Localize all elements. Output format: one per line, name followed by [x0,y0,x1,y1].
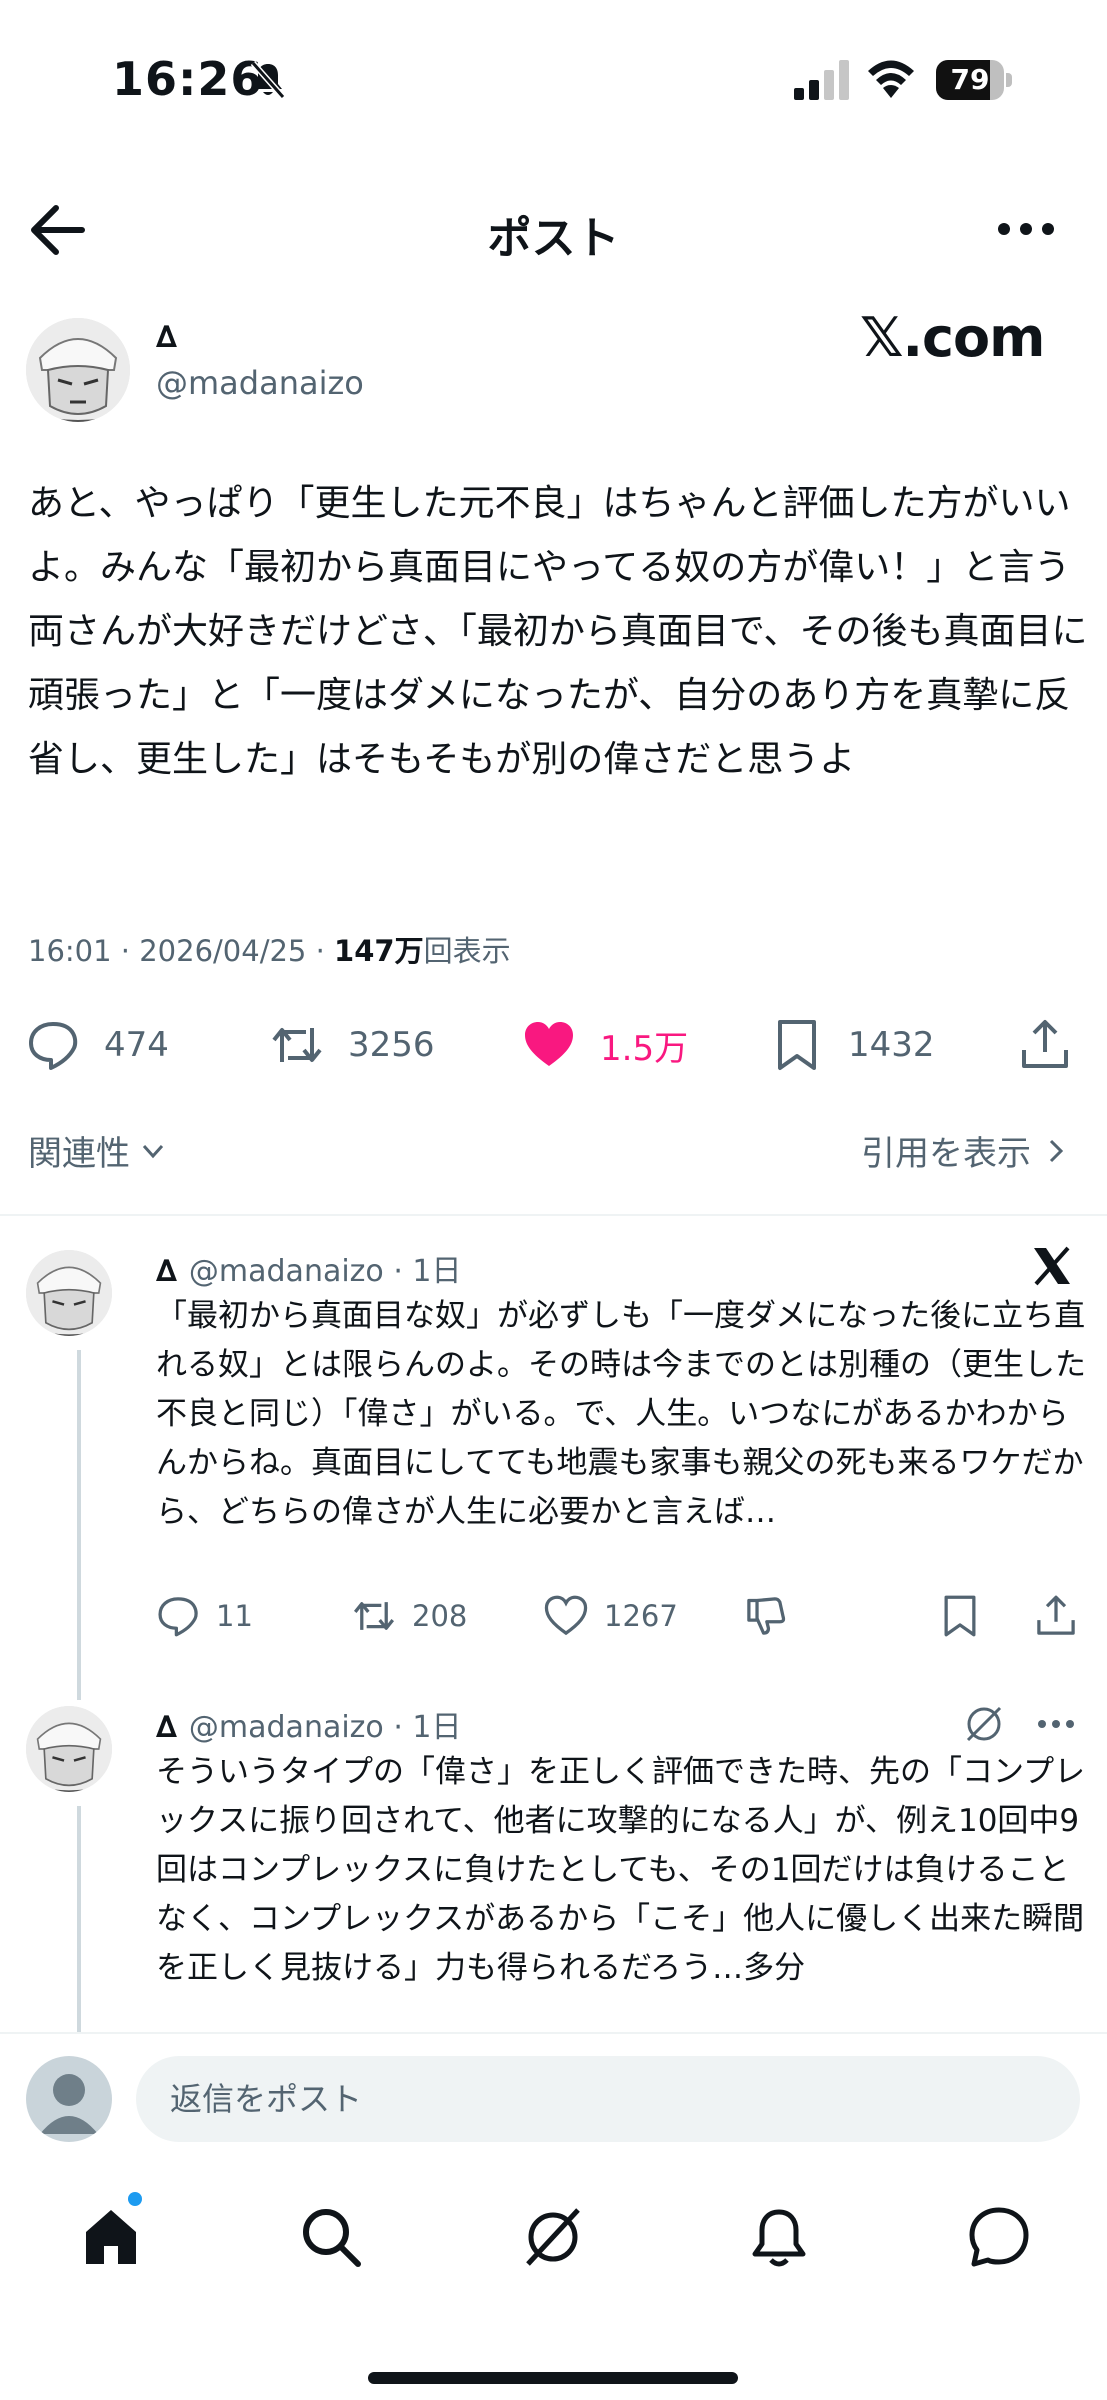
post-action-bar: 474 3256 1.5万 1432 [0,1010,1107,1080]
chevron-down-icon [142,1144,164,1158]
views-label: 回表示 [423,934,511,968]
quotes-label: 引用を表示 [861,1134,1031,1174]
reply-action-bar: 11 208 1267 [156,1588,1086,1644]
reply-icon [29,1022,78,1070]
reply-time: 1日 [412,1710,462,1745]
reply-reply-button[interactable]: 11 [156,1588,253,1644]
home-icon[interactable] [78,2204,144,2270]
battery-icon: 79 [936,60,1012,100]
reply-header: ∆ @madanaizo · 1日 [156,1710,462,1745]
repost-button[interactable]: 3256 [270,1010,435,1080]
share-icon [1037,1595,1075,1635]
thread-line [77,1806,81,2032]
status-bar: 16:26 79 [0,0,1107,160]
reply-like-button[interactable]: 1267 [544,1588,678,1644]
x-logo-icon [1034,1246,1070,1286]
bottom-tab-bar [0,2164,1107,2314]
bookmark-button[interactable]: 1432 [770,1010,935,1080]
reply-repost-count: 208 [412,1599,468,1633]
views-count: 147万 [334,934,424,968]
meta-separator: · [120,934,131,968]
post-text: あと、やっぱり「更生した元不良」はちゃんと評価した方がいいよ。みんな「最初から真… [28,483,1088,780]
bookmark-icon [778,1020,816,1070]
sort-label: 関連性 [28,1134,130,1174]
grok-icon[interactable] [520,2204,586,2270]
bell-icon[interactable] [746,2204,812,2270]
reply-avatar[interactable] [26,1706,112,1792]
repost-icon [353,1602,395,1630]
heart-icon [525,1022,573,1066]
reply-author-name[interactable]: ∆ [156,1254,177,1289]
reply-input[interactable]: 返信をポスト [136,2056,1080,2142]
heart-outline-icon [544,1595,588,1636]
reply-like-count: 1267 [604,1599,678,1633]
like-button[interactable]: 1.5万 [522,1010,688,1080]
my-avatar [26,2056,112,2142]
cell-signal-icon [794,60,849,100]
thumbs-down-icon [747,1597,786,1635]
post-date: 2026/04/25 [139,934,307,968]
bookmark-icon [944,1595,976,1637]
author-name[interactable]: ∆ [156,320,177,355]
search-icon[interactable] [298,2204,364,2270]
repost-icon [272,1028,322,1062]
share-button[interactable] [1018,1010,1096,1080]
reply-count: 474 [104,1025,169,1065]
thread-line [77,1350,81,1700]
reply-text: 「最初から真面目な奴」が必ずしも「一度ダメになった後に立ち直れる奴」とは限らんの… [156,1298,1086,1530]
page-title: ポスト [487,213,620,264]
like-count: 1.5万 [600,1028,689,1069]
share-icon [1022,1020,1068,1068]
reply-header: ∆ @madanaizo · 1日 [156,1254,462,1289]
battery-level: 79 [950,63,990,96]
meta-separator: · [315,934,325,968]
reply-dislike-button[interactable] [744,1588,804,1644]
reply-icon [158,1597,198,1637]
reply-repost-button[interactable]: 208 [352,1588,467,1644]
reply-text: そういうタイプの「偉さ」を正しく評価できた時、先の「コンプレックスに振り回されて… [156,1754,1086,1986]
more-icon[interactable] [1036,1714,1076,1734]
reply-author-handle[interactable]: @madanaizo [189,1254,384,1289]
divider [0,1214,1107,1216]
reply-share-button[interactable] [1034,1588,1094,1644]
top-bar: ポスト [0,180,1107,280]
reply-composer: 返信をポスト [0,2032,1107,2162]
repost-count: 3256 [348,1025,435,1065]
reply-avatar[interactable] [26,1250,112,1336]
sort-relevance-button[interactable]: 関連性 [28,1126,168,1175]
view-quotes-link[interactable]: 引用を表示 [861,1126,1071,1175]
author-avatar[interactable] [26,318,130,422]
bell-off-icon [250,61,286,99]
post-time: 16:01 [28,934,112,968]
reply-author-handle[interactable]: @madanaizo [189,1710,384,1745]
unread-dot [128,2192,142,2206]
chevron-right-icon [1049,1139,1064,1162]
grok-icon[interactable] [964,1704,1004,1744]
reply-bookmark-button[interactable] [938,1588,998,1644]
author-handle[interactable]: @madanaizo [156,364,364,402]
reply-reply-count: 11 [216,1599,253,1633]
post-meta: 16:01 · 2026/04/25 · 147万回表示 [28,928,511,970]
messages-icon[interactable] [966,2204,1032,2270]
bookmark-count: 1432 [848,1025,935,1065]
reply-time: 1日 [412,1254,462,1289]
x-com-watermark: 𝕏.com [860,306,1045,369]
more-icon[interactable] [996,214,1056,244]
reply-button[interactable]: 474 [26,1010,169,1080]
wifi-icon [868,60,914,98]
reply-author-name[interactable]: ∆ [156,1710,177,1745]
home-indicator [368,2372,738,2384]
status-time: 16:26 [112,52,264,106]
